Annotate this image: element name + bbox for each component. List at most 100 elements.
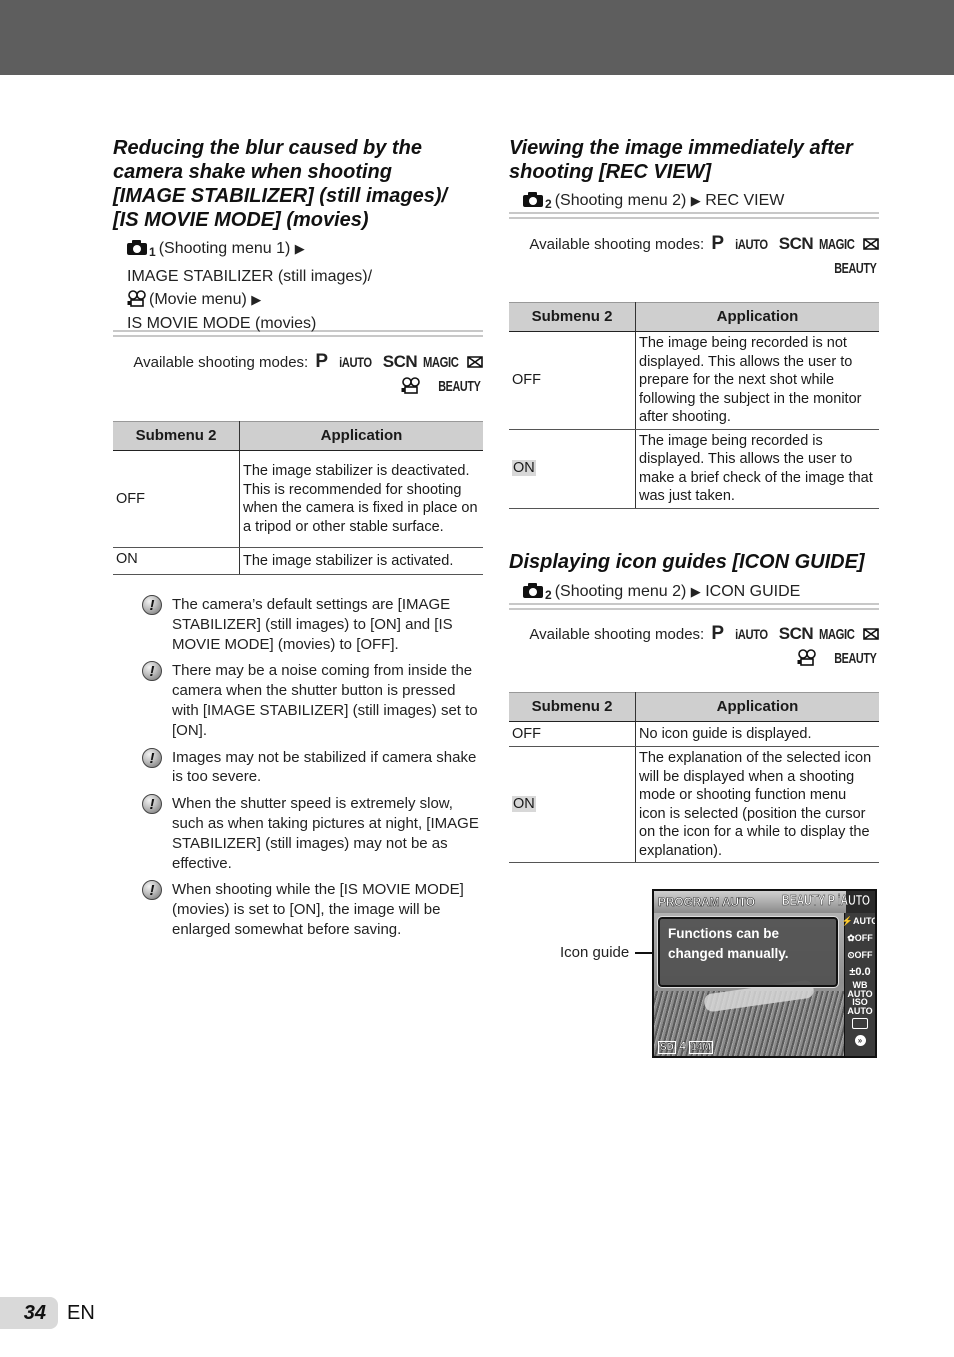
submenu-option: ON	[509, 429, 636, 509]
shooting-menu-camera-icon	[523, 192, 543, 207]
status-bar: SD 4 14M	[658, 1039, 713, 1054]
note-item: ! The camera’s default settings are [IMAG…	[113, 595, 483, 654]
movie-mode-icon	[401, 377, 420, 394]
mode-icons: BEAUTY P iAUTO	[782, 892, 871, 910]
mode-beauty-icon: BEAUTY	[834, 260, 878, 277]
column-header: Application	[635, 302, 879, 332]
arrow-right-icon: ▶	[690, 584, 701, 599]
menu-path-line: IS MOVIE MODE (movies)	[127, 314, 317, 332]
option-description: No icon guide is displayed.	[635, 721, 879, 747]
menu-path-text: (Movie menu)	[149, 291, 247, 308]
table-row: OFF The image stabilizer is deactivated.…	[113, 450, 483, 548]
note-item: ! Images may not be stabilized if camera …	[113, 747, 483, 788]
submenu-option: OFF	[509, 331, 636, 430]
panorama-mode-icon	[863, 628, 879, 640]
language-code: EN	[67, 1302, 95, 1324]
menu-path-line: 1 (Shooting menu 1) ▶	[113, 237, 483, 265]
icon-guide-box: Functions can be changed manually.	[657, 916, 839, 988]
column-header: Application	[635, 692, 879, 722]
icon-guide-callout-label: Icon guide	[560, 944, 630, 961]
submenu-option: ON	[509, 746, 636, 863]
submenu-option: ON	[113, 547, 240, 575]
menu-path-line: 2 (Shooting menu 2) ▶ REC VIEW	[509, 189, 879, 217]
column-header: Submenu 2	[509, 302, 636, 332]
shooting-menu-camera-icon	[127, 240, 147, 255]
title-line: [IMAGE STABILIZER] (still images)/	[113, 185, 448, 207]
caution-icon: !	[142, 747, 162, 768]
image-stabilizer-table: Submenu 2 Application OFF The image stab…	[113, 421, 483, 575]
highlighted-option: ON	[512, 460, 536, 477]
mode-magic-icon: MAGIC	[819, 626, 855, 643]
flash-icon: ⚡AUTO	[841, 916, 877, 926]
camera-menu-number: 1	[149, 245, 156, 259]
option-description: The image being recorded is not displaye…	[635, 331, 879, 430]
note-item: ! When shooting while the [IS MOVIE MODE]…	[113, 880, 483, 939]
arrow-right-icon: ▶	[251, 292, 262, 307]
menu-path-line: IMAGE STABILIZER (still images)/	[127, 267, 373, 285]
mode-scn-icon: SCN	[778, 234, 814, 253]
image-size-icon: 14M	[689, 1041, 713, 1054]
submenu-option: OFF	[113, 450, 240, 548]
section-title: Viewing the image immediately after shoo…	[509, 136, 879, 184]
movie-mode-icon	[797, 649, 816, 666]
column-header: Application	[239, 421, 483, 451]
table-row: ON The explanation of the selected icon …	[509, 746, 879, 863]
mode-p-icon: P	[711, 623, 724, 644]
mode-iauto-icon: iAUTO	[734, 626, 768, 642]
icon-guide-table: Submenu 2 Application OFF No icon guide …	[509, 692, 879, 863]
white-balance-icon: WB AUTO	[847, 979, 873, 999]
table-row: ON The image stabilizer is activated.	[113, 547, 483, 575]
function-menu: ⚡AUTO ✿OFF ⏲OFF ±0.0 WB AUTO ISO AUTO »	[841, 913, 877, 1056]
menu-path-line: 2 (Shooting menu 2) ▶ ICON GUIDE	[509, 580, 879, 608]
shots-remaining: 4	[679, 1039, 686, 1053]
table-row: OFF The image being recorded is not disp…	[509, 331, 879, 430]
camera-screen-illustration: PROGRAM AUTO BEAUTY P iAUTO Functions ca…	[652, 889, 877, 1058]
aspect-rect-icon	[852, 1018, 868, 1029]
macro-icon: ✿OFF	[847, 933, 873, 943]
caution-icon: !	[142, 595, 162, 615]
mode-beauty-icon: BEAUTY	[438, 378, 482, 395]
modes-label: Available shooting modes:	[529, 236, 705, 253]
exposure-compensation-icon: ±0.0	[849, 966, 871, 978]
mode-p-icon: P	[711, 233, 724, 254]
note-text: When the shutter speed is extremely slow…	[172, 795, 479, 872]
modes-label: Available shooting modes:	[529, 626, 705, 643]
column-header: Submenu 2	[509, 692, 636, 722]
caution-icon: !	[142, 661, 162, 682]
table-header-row: Submenu 2 Application	[509, 692, 879, 722]
submenu-option: OFF	[509, 721, 636, 747]
mode-name: PROGRAM AUTO	[658, 895, 756, 910]
camera-menu-number: 2	[545, 588, 552, 602]
mode-scn-icon: SCN	[382, 352, 418, 371]
more-chevron-icon: »	[854, 1035, 866, 1046]
iso-icon: ISO AUTO	[847, 996, 873, 1016]
menu-path: 2 (Shooting menu 2) ▶ ICON GUIDE	[509, 580, 879, 613]
section-rec-view: Viewing the image immediately after shoo…	[509, 136, 879, 222]
section-title: Displaying icon guides [ICON GUIDE]	[509, 551, 865, 573]
title-line: shooting [REC VIEW]	[509, 161, 712, 183]
option-description: The explanation of the selected icon wil…	[635, 746, 879, 863]
mode-iauto-icon: iAUTO	[338, 354, 372, 370]
sd-card-icon: SD	[658, 1041, 676, 1054]
available-modes: Available shooting modes: P iAUTO SCN MA…	[509, 622, 879, 671]
option-description: The image stabilizer is deactivated. Thi…	[239, 450, 483, 548]
option-description: The image being recorded is displayed. T…	[635, 429, 879, 509]
title-line: Reducing the blur caused by the	[113, 137, 422, 159]
mode-p-icon: P	[315, 351, 328, 372]
menu-item-name: ICON GUIDE	[705, 583, 801, 600]
menu-more-icon: »	[845, 1032, 875, 1049]
option-description: The image stabilizer is activated.	[239, 547, 483, 575]
mode-magic-icon: MAGIC	[423, 354, 459, 371]
section-title: Reducing the blur caused by the camera s…	[113, 136, 483, 232]
arrow-right-icon: ▶	[690, 193, 701, 208]
shooting-menu-camera-icon	[523, 583, 543, 598]
menu-path: 1 (Shooting menu 1) ▶ IMAGE STABILIZER (s…	[113, 237, 483, 340]
menu-path-text: (Shooting menu 2)	[554, 192, 687, 209]
table-header-row: Submenu 2 Application	[509, 302, 879, 332]
mode-bar: PROGRAM AUTO BEAUTY P iAUTO	[654, 891, 870, 913]
table-row: OFF No icon guide is displayed.	[509, 721, 879, 747]
notes-list: ! The camera’s default settings are [IMAG…	[113, 595, 483, 947]
available-modes: Available shooting modes: P iAUTO SCN MA…	[509, 232, 879, 281]
note-text: When shooting while the [IS MOVIE MODE] …	[172, 881, 464, 938]
caution-icon: !	[142, 880, 162, 901]
